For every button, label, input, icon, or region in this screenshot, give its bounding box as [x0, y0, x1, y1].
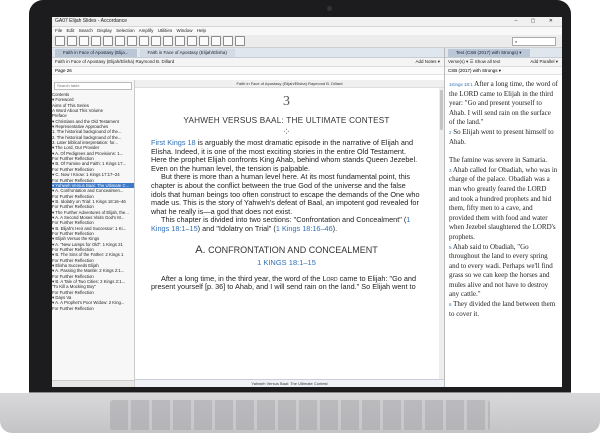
reader-footer: Yahweh Versus Baal: The Ultimate Contest [135, 379, 444, 387]
verse: The famine was severe in Samaria. [449, 156, 558, 166]
tools-icon[interactable] [187, 36, 197, 46]
reader-scrollbar[interactable] [439, 88, 444, 379]
parallel-icon[interactable] [127, 36, 137, 46]
menu-selection[interactable]: Selection [116, 28, 135, 33]
info-icon[interactable] [115, 36, 125, 46]
verse-text: They divided the land between them to co… [449, 300, 556, 318]
toc-item[interactable]: For Further Reflection [52, 306, 134, 311]
search-icon[interactable] [67, 36, 77, 46]
app-window: GA07 Elijah Slides - Accordance – ▢ ✕ Fi… [52, 17, 562, 387]
section-title-text: CONFRONTATION AND CONCEALMENT [208, 244, 378, 255]
paragraph-3: This chapter is divided into two section… [151, 216, 422, 233]
library-icon[interactable] [55, 36, 65, 46]
workspace-icon[interactable] [211, 36, 221, 46]
menu-help[interactable]: Help [197, 28, 206, 33]
verse: 6 They divided the land between them to … [449, 300, 558, 319]
main-toolbar: ⌕ [52, 35, 562, 48]
translation-selector[interactable]: CSB (2017) with Strongs ▾ [445, 67, 562, 75]
book-selector[interactable]: Faith in Face of Apostasy (Elijah/Elisha… [55, 59, 174, 64]
chapter-title: YAHWEH VERSUS BAAL: THE ULTIMATE CONTEST [183, 116, 390, 125]
camera-icon [327, 6, 332, 11]
paragraph-text: ) and "Idolatry on Trial" ( [197, 223, 276, 233]
scripture-link[interactable]: 1 Kings 18:16–46 [276, 224, 333, 233]
tab-book-1[interactable]: Faith in Face of Apostasy (Elija... [55, 49, 137, 57]
toc-item[interactable]: ▾ A. Passing the Mantle: 2 Kings 2:1... [52, 268, 134, 273]
verse-ref[interactable]: 2 [449, 130, 452, 135]
verse: 3 Ahab called for Obadiah, who was in ch… [449, 166, 558, 243]
book-icon[interactable] [79, 36, 89, 46]
verse-ref[interactable]: 1Kings 18:1 [449, 82, 473, 87]
reader-header: Faith in Face of Apostasy (Elijah/Elisha… [135, 80, 444, 88]
verse-text: The famine was severe in Samaria. [449, 156, 547, 165]
book-toolbar: Faith in Face of Apostasy (Elijah/Elisha… [52, 58, 444, 67]
paragraph-text: ). [332, 223, 338, 233]
menu-file[interactable]: File [55, 28, 62, 33]
map-icon[interactable] [139, 36, 149, 46]
bible-toolbar: Verse(s) ▾ ☰ Show all text Add Parallel … [445, 58, 562, 67]
highlight-icon[interactable] [103, 36, 113, 46]
book-reader: Faith in Face of Apostasy (Elijah/Elisha… [135, 80, 444, 387]
toc-search-input[interactable]: Search table [54, 82, 132, 90]
translate-icon[interactable] [199, 36, 209, 46]
menu-display[interactable]: Display [97, 28, 112, 33]
verse-gap [449, 147, 558, 156]
menu-amplify[interactable]: Amplify [139, 28, 154, 33]
add-parallel-button[interactable]: Add Parallel ▾ [530, 58, 558, 66]
verse: 1Kings 18:1 After a long time, the word … [449, 80, 558, 128]
paragraph-1: First Kings 18 is arguably the most dram… [151, 138, 422, 173]
menu-utilities[interactable]: Utilities [158, 28, 173, 33]
verse-ref[interactable]: 3 [449, 168, 452, 173]
tab-book-2[interactable]: Faith in Face of Apostasy (Elijah/Elisha… [139, 49, 235, 57]
image-icon[interactable] [175, 36, 185, 46]
verse-ref[interactable]: 5 [449, 245, 452, 250]
section-letter: A. [195, 243, 206, 256]
section-title: A. CONFRONTATION AND CONCEALMENT [151, 244, 422, 256]
menu-edit[interactable]: Edit [67, 28, 75, 33]
paragraph-4: After a long time, in the third year, th… [151, 274, 422, 292]
window-title: GA07 Elijah Slides - Accordance [55, 18, 127, 24]
section-scripture-link[interactable]: 1 KINGS 18:1–15 [151, 258, 422, 267]
book-tabs: Faith in Face of Apostasy (Elija... Fait… [52, 48, 444, 58]
chapter-number: 3 [283, 94, 290, 109]
verse-selector[interactable]: Verse(s) ▾ ☰ Show all text [448, 59, 500, 64]
document-body: 3 YAHWEH VERSUS BAAL: THE ULTIMATE CONTE… [135, 88, 438, 379]
page-indicator[interactable]: Page 26 [52, 67, 444, 75]
timeline-icon[interactable] [151, 36, 161, 46]
help-icon[interactable] [223, 36, 233, 46]
verse: 5 Ahab said to Obadiah, "Go throughout t… [449, 243, 558, 301]
tab-bible-text[interactable]: Text (CSB (2017) with Strongs) ▾ [448, 49, 530, 57]
title-bar: GA07 Elijah Slides - Accordance – ▢ ✕ [52, 17, 562, 27]
menu-bar: File Edit Search Display Selection Ampli… [52, 27, 562, 35]
toc-item[interactable]: ▾ B. The Sins of the Father: 2 Kings 1 [52, 252, 134, 257]
book-pane: Faith in Face of Apostasy (Elija... Fait… [52, 48, 445, 387]
menu-window[interactable]: Window [176, 28, 192, 33]
bible-text: 1Kings 18:1 After a long time, the word … [445, 80, 562, 387]
scroll-thumb[interactable] [440, 90, 443, 130]
notes-icon[interactable] [91, 36, 101, 46]
toc-list: Contents ▾ Foreword Aims of This Series A… [52, 92, 134, 311]
table-of-contents: Search table Contents ▾ Foreword Aims of … [52, 80, 135, 387]
print-icon[interactable] [163, 36, 173, 46]
toolbar-search-input[interactable]: ⌕ [512, 36, 556, 46]
verse-text: So Elijah went to present himself to Aha… [449, 127, 554, 146]
verse-text: Ahab called for Obadiah, who was in char… [449, 165, 558, 241]
toc-footer [52, 380, 134, 387]
keyboard [110, 400, 490, 430]
paragraph-2: But there is more than a human level her… [151, 172, 420, 216]
window-controls[interactable]: – ▢ ✕ [515, 17, 559, 26]
toc-item[interactable]: ▾ A. Confrontation and Concealmen... [52, 188, 134, 193]
verse: 2 So Elijah went to present himself to A… [449, 128, 558, 147]
verse-ref[interactable]: 6 [449, 302, 452, 307]
add-notes-button[interactable]: Add Notes ▾ [415, 58, 440, 66]
bible-pane: Text (CSB (2017) with Strongs) ▾ Verse(s… [445, 48, 562, 387]
menu-search[interactable]: Search [79, 28, 93, 33]
toc-item[interactable]: ▾ A. A Prophet's Poor Widow: 2 King... [52, 300, 134, 305]
bible-tabs: Text (CSB (2017) with Strongs) ▾ [445, 48, 562, 58]
settings-icon[interactable] [235, 36, 245, 46]
verse-text: Ahab said to Obadiah, "Go throughout the… [449, 242, 553, 299]
